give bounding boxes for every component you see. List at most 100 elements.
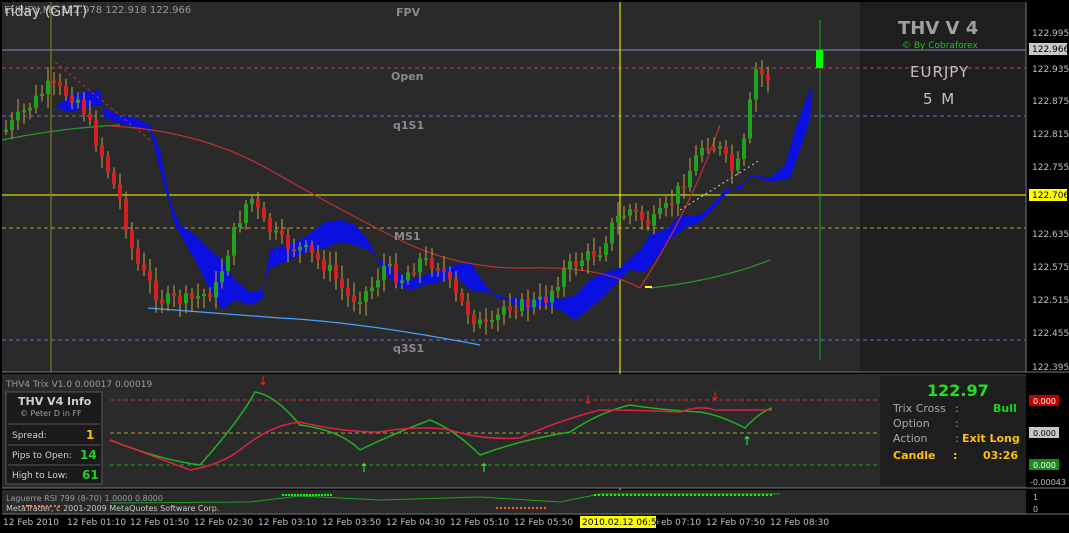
candle-body [298, 246, 302, 251]
laguerre-dot [315, 494, 317, 496]
candle-body [604, 243, 608, 256]
laguerre-dot [288, 494, 290, 496]
candle-body [562, 269, 566, 287]
candle-body [646, 219, 650, 226]
buy-arrow-icon: ↑ [479, 461, 489, 475]
thv-title-panel [860, 2, 1026, 372]
candle-body [16, 111, 20, 121]
time-tick: 12 Feb 05:10 [450, 518, 509, 528]
day-label: riday (GMT) [5, 4, 87, 20]
candle-body [670, 203, 674, 206]
laguerre-dot [291, 494, 293, 496]
laguerre-dot [706, 494, 708, 496]
candle-body [676, 186, 680, 204]
action-value: Exit Long [962, 432, 1020, 445]
candle-body [100, 145, 104, 157]
candle-body [418, 258, 422, 273]
laguerre-dot [670, 494, 672, 496]
laguerre-scale-max: 1 [1033, 493, 1038, 502]
time-tick: 12 Feb 03:50 [322, 518, 381, 528]
svg-text:0.000: 0.000 [1033, 429, 1056, 438]
laguerre-dot [722, 494, 724, 496]
candle-body [400, 280, 404, 283]
candle-body [310, 244, 314, 253]
laguerre-dot [730, 494, 732, 496]
price-tick: 122.935 [1032, 65, 1069, 75]
candle-body [478, 319, 482, 325]
time-tick: 12 Feb 01:10 [67, 518, 126, 528]
candle-body [232, 227, 236, 256]
laguerre-dot [321, 494, 323, 496]
candle-body [520, 299, 524, 312]
laguerre-dot [746, 494, 748, 496]
candle-body [244, 204, 248, 223]
candle-body [652, 214, 656, 226]
candle-body [28, 107, 32, 111]
price-tick: 122.815 [1032, 130, 1069, 140]
svg-text::: : [953, 449, 957, 462]
candle-body [622, 215, 626, 218]
time-tick: 12 Feb 05:50 [514, 518, 573, 528]
laguerre-dot [674, 494, 676, 496]
candle-body [502, 306, 506, 315]
candle-body [574, 261, 578, 267]
price-tick: 122.395 [1032, 363, 1069, 373]
candle-body [64, 85, 68, 96]
thv-title: THV V 4 [898, 18, 978, 39]
laguerre-dot [666, 494, 668, 496]
candle-body [694, 155, 698, 171]
candle-body [496, 314, 500, 321]
laguerre-dot [630, 494, 632, 496]
candle-body [148, 270, 152, 281]
time-tick: 12 Feb 2010 [3, 518, 59, 528]
laguerre-dot [638, 494, 640, 496]
candle-body [436, 268, 440, 271]
candle-body [490, 320, 494, 323]
laguerre-dot [500, 507, 502, 509]
candle-body [394, 263, 398, 283]
laguerre-dot [650, 494, 652, 496]
ms1-label: MS1 [394, 230, 421, 243]
laguerre-dot [726, 494, 728, 496]
candle-body [340, 278, 344, 288]
candle-body [262, 207, 266, 218]
candle-body [388, 263, 392, 266]
candle-body [544, 296, 548, 303]
candle-body [460, 292, 464, 302]
candle-body [616, 215, 620, 223]
spread-label: Spread: [12, 431, 47, 441]
sell-arrow-icon: ↓ [710, 389, 720, 403]
trix-window[interactable] [2, 374, 1026, 488]
trix-cross-label: Trix Cross [892, 402, 946, 415]
laguerre-dot [285, 494, 287, 496]
laguerre-dot [698, 494, 700, 496]
laguerre-dot [496, 507, 498, 509]
candle-body [238, 222, 242, 228]
current-price: 122.97 [927, 381, 989, 400]
laguerre-dot [309, 494, 311, 496]
candle-body [334, 264, 338, 279]
candle-body [568, 261, 572, 270]
candle-body [286, 235, 290, 250]
candle-body [634, 209, 638, 212]
candle-body [376, 280, 380, 288]
candle-body [34, 95, 38, 108]
laguerre-dot [750, 494, 752, 496]
candle-body [190, 293, 194, 299]
crosshair-price-label: 122.706 [1032, 191, 1069, 201]
candle-body [736, 158, 740, 171]
candle-body [610, 222, 614, 244]
laguerre-dot [598, 494, 600, 496]
candle-body [106, 156, 110, 173]
laguerre-dot [330, 494, 332, 496]
candle-body [424, 257, 428, 260]
laguerre-dot [614, 494, 616, 496]
svg-text::: : [955, 417, 959, 430]
candle-body [706, 147, 710, 150]
laguerre-dot [306, 494, 308, 496]
laguerre-dot [762, 494, 764, 496]
svg-text:0.000: 0.000 [1033, 397, 1056, 406]
laguerre-dot [646, 494, 648, 496]
candle-body [226, 255, 230, 272]
candle-body [154, 280, 158, 301]
